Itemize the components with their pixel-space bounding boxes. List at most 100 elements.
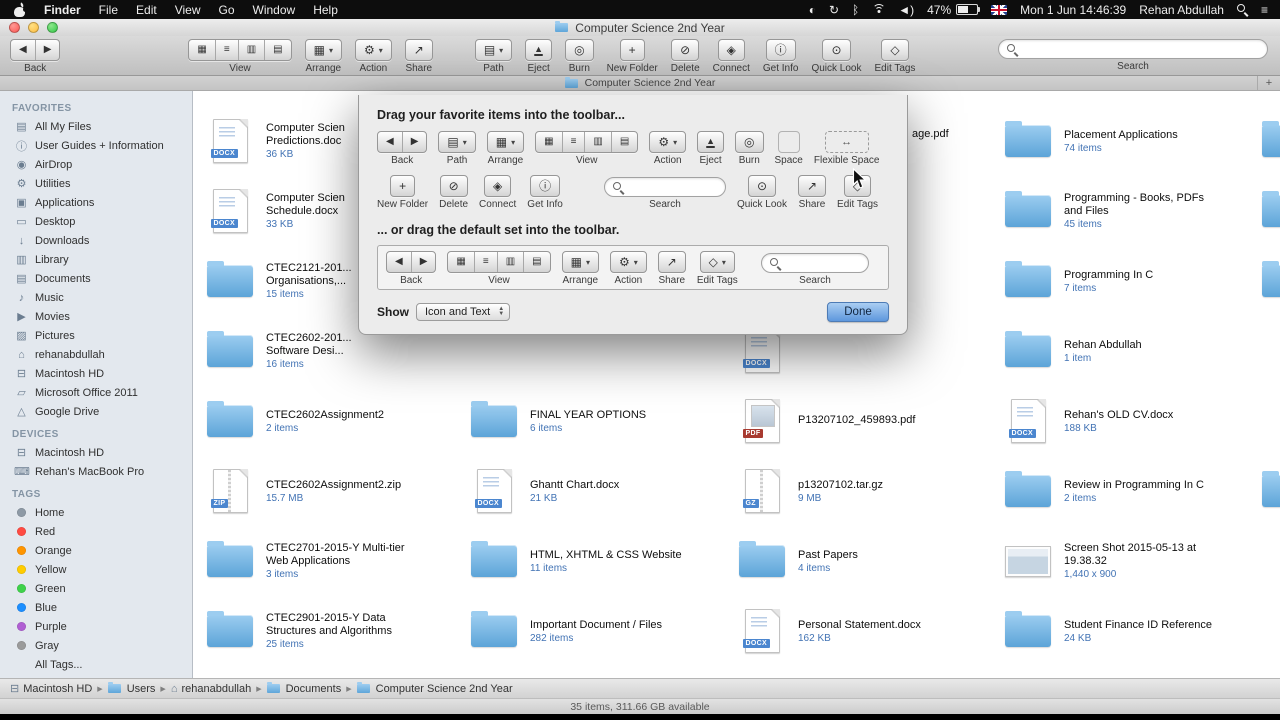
file-item[interactable]: CTEC2701-2015-Y Multi-tier Web Applicati… — [201, 526, 463, 596]
sidebar-item-blue[interactable]: Blue — [0, 598, 192, 617]
path-item-rehanabdullah[interactable]: ⌂ rehanabdullah — [171, 683, 251, 695]
file-item[interactable]: DOCX Ghantt Chart.docx 21 KB — [465, 456, 727, 526]
file-item[interactable]: Student Finance ID Reference 24 KB — [999, 596, 1261, 666]
search-field[interactable] — [761, 253, 869, 273]
space-button[interactable] — [777, 131, 800, 153]
back-button[interactable]: ◀ ▶ — [377, 131, 428, 153]
spotlight-icon[interactable] — [1236, 4, 1248, 15]
file-item[interactable]: Programming In C7 items — [999, 246, 1261, 316]
back-button[interactable]: ◀ ▶ — [386, 251, 437, 273]
file-item[interactable]: Screen Shot 2015-05-13 at 19.38.32 1,440 … — [999, 526, 1261, 596]
sidebar-item-rehan-s-macbook-pro[interactable]: ⌨ Rehan's MacBook Pro — [0, 462, 192, 481]
done-button[interactable]: Done — [827, 302, 889, 322]
path-item-documents[interactable]: Documents — [266, 682, 341, 695]
display-icon[interactable]: ◐ — [809, 3, 816, 17]
view-list-icon[interactable]: ≡ — [216, 40, 239, 60]
view-columns-icon[interactable]: ▥ — [498, 252, 525, 272]
file-item[interactable]: HTML, XHTML & CSS Website 11 items — [465, 526, 727, 596]
connect-button[interactable]: ◈ — [484, 175, 512, 197]
path-item-computer-science-2nd-year[interactable]: Computer Science 2nd Year — [356, 682, 513, 695]
file-item[interactable]: ZIP CTEC2602Assignment2.zip 15.7 MB — [201, 456, 463, 526]
input-language-flag[interactable] — [991, 4, 1008, 15]
sidebar-item-airdrop[interactable]: ◉ AirDrop — [0, 155, 192, 174]
path-button[interactable]: ▤ ▾ — [438, 131, 476, 153]
view-coverflow-icon[interactable]: ▤ — [524, 252, 549, 272]
eject-button[interactable]: ▲ — [525, 39, 553, 61]
action-button[interactable]: ⚙ ▾ — [354, 39, 392, 61]
share-button[interactable]: ↗ — [404, 39, 433, 61]
burn-button[interactable]: ◎ — [735, 131, 764, 153]
sidebar-item-home[interactable]: Home — [0, 503, 192, 522]
view-coverflow-icon[interactable]: ▤ — [612, 132, 637, 152]
sidebar-item-desktop[interactable]: ▭ Desktop — [0, 212, 192, 231]
sidebar-item-downloads[interactable]: ↓ Downloads — [0, 231, 192, 250]
clipped-folder-icon[interactable] — [1262, 191, 1280, 227]
forward-icon[interactable]: ▶ — [412, 252, 436, 272]
flexible-space-button[interactable]: ↔ — [824, 131, 869, 153]
share-button[interactable]: ↗ — [797, 175, 827, 197]
sidebar-item-gray[interactable]: Gray — [0, 636, 192, 655]
file-item[interactable]: DOCX Rehan's OLD CV.docx 188 KB — [999, 386, 1261, 456]
file-item[interactable]: Important Document / Files 282 items — [465, 596, 727, 666]
forward-icon[interactable]: ▶ — [36, 40, 60, 60]
view-button[interactable]: ▦ ≡ ▥ ▤ — [188, 39, 292, 61]
view-list-icon[interactable]: ≡ — [475, 252, 498, 272]
sidebar-item-applications[interactable]: ▣ Applications — [0, 193, 192, 212]
file-item[interactable]: CTEC2602Assignment2 2 items — [201, 386, 463, 456]
sidebar-item-library[interactable]: ▥ Library — [0, 250, 192, 269]
battery-indicator[interactable]: 47% — [927, 3, 981, 17]
file-item[interactable]: GZ p13207102.tar.gz 9 MB — [733, 456, 995, 526]
menu-file[interactable]: File — [90, 3, 127, 17]
view-columns-icon[interactable]: ▥ — [585, 132, 612, 152]
file-item[interactable]: Past Papers 4 items — [733, 526, 995, 596]
path-button[interactable]: ▤ ▾ — [474, 39, 513, 61]
wifi-icon[interactable] — [872, 4, 886, 15]
sidebar-item-all-tags-[interactable]: All Tags... — [0, 655, 192, 674]
quick-look-button[interactable]: ⊙ — [822, 39, 851, 61]
user-menu[interactable]: Rehan Abdullah — [1139, 3, 1224, 17]
new-folder-button[interactable]: + — [390, 175, 416, 197]
view-icons-icon[interactable]: ▦ — [189, 40, 216, 60]
menu-window[interactable]: Window — [244, 3, 305, 17]
burn-button[interactable]: ◎ — [565, 39, 594, 61]
clipped-folder-icon[interactable] — [1262, 121, 1280, 157]
get-info-button[interactable]: ⓘ — [530, 175, 561, 197]
sidebar-item-google-drive[interactable]: △ Google Drive — [0, 402, 192, 421]
sidebar-item-macintosh-hd[interactable]: ⊟ Macintosh HD — [0, 364, 192, 383]
sidebar-item-purple[interactable]: Purple — [0, 617, 192, 636]
menu-go[interactable]: Go — [210, 3, 244, 17]
sidebar-item-microsoft-office-2011[interactable]: ▱ Microsoft Office 2011 — [0, 383, 192, 402]
truncated-file-label[interactable]: age.pdf — [912, 128, 949, 140]
view-list-icon[interactable]: ≡ — [563, 132, 586, 152]
new-tab-button[interactable]: + — [1257, 76, 1280, 90]
bluetooth-icon[interactable]: ᛒ — [852, 3, 859, 17]
file-item[interactable]: DOCX Personal Statement.docx 162 KB — [733, 596, 995, 666]
file-item[interactable]: Programming - Books, PDFs and Files 45 it… — [999, 176, 1261, 246]
file-item[interactable]: PDF P13207102_459893.pdf — [733, 386, 995, 456]
arrange-button[interactable]: ▦ ▾ — [561, 251, 599, 273]
close-window-button[interactable] — [9, 22, 20, 33]
sidebar-item-orange[interactable]: Orange — [0, 541, 192, 560]
file-item[interactable]: CTEC2901-2015-Y Data Structures and Algo… — [201, 596, 463, 666]
back-button[interactable]: ◀ ▶ — [10, 39, 61, 61]
back-icon[interactable]: ◀ — [378, 132, 403, 152]
file-item[interactable]: Placement Applications 74 items — [999, 106, 1261, 176]
quick-look-button[interactable]: ⊙ — [747, 175, 776, 197]
minimize-window-button[interactable] — [28, 22, 39, 33]
edit-tags-button[interactable]: ◇ ▾ — [699, 251, 735, 273]
sidebar-item-music[interactable]: ♪ Music — [0, 288, 192, 307]
sidebar-item-movies[interactable]: ▶ Movies — [0, 307, 192, 326]
notification-center-icon[interactable]: ≡ — [1261, 3, 1268, 17]
menu-help[interactable]: Help — [304, 3, 347, 17]
view-icons-icon[interactable]: ▦ — [536, 132, 563, 152]
get-info-button[interactable]: ⓘ — [765, 39, 796, 61]
connect-button[interactable]: ◈ — [717, 39, 745, 61]
file-item[interactable]: Review in Programming In C2 items — [999, 456, 1261, 526]
sidebar-item-user-guides-information[interactable]: ⓘ User Guides + Information — [0, 136, 192, 155]
share-button[interactable]: ↗ — [657, 251, 686, 273]
new-folder-button[interactable]: + — [619, 39, 645, 61]
action-button[interactable]: ⚙ ▾ — [649, 131, 687, 153]
delete-button[interactable]: ⊘ — [439, 175, 468, 197]
arrange-button[interactable]: ▦ ▾ — [486, 131, 525, 153]
sidebar-item-rehanabdullah[interactable]: ⌂ rehanabdullah — [0, 345, 192, 364]
